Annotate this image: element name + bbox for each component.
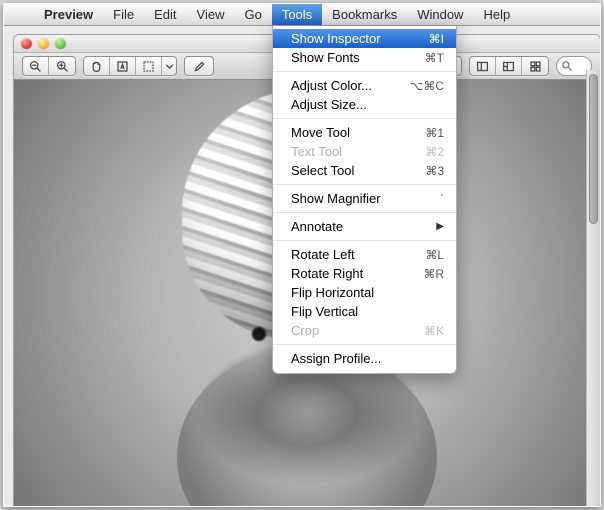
menu-item-select-tool[interactable]: Select Tool⌘3 [273, 161, 456, 180]
chevron-down-icon [163, 60, 176, 73]
text-tool-button[interactable] [110, 57, 136, 75]
menu-item-label: Text Tool [291, 144, 425, 159]
menu-item-shortcut: ⌘T [425, 51, 444, 65]
zoom-out-button[interactable] [23, 57, 49, 75]
hand-icon [90, 60, 103, 73]
menu-item-crop: Crop⌘K [273, 321, 456, 340]
app-menu[interactable]: Preview [34, 4, 103, 25]
menu-item-label: Annotate [291, 219, 430, 234]
menu-item-label: Adjust Color... [291, 78, 410, 93]
menu-item-rotate-right[interactable]: Rotate Right⌘R [273, 264, 456, 283]
menu-separator [273, 344, 456, 345]
menu-item-label: Rotate Right [291, 266, 423, 281]
menu-item-show-magnifier[interactable]: Show Magnifier` [273, 189, 456, 208]
menu-item-label: Select Tool [291, 163, 425, 178]
menu-item-label: Assign Profile... [291, 351, 444, 366]
menu-item-label: Show Inspector [291, 31, 429, 46]
menu-item-shortcut: ⌘K [424, 324, 444, 338]
marquee-icon [142, 60, 155, 73]
view-mode [469, 56, 549, 76]
menu-item-label: Show Magnifier [291, 191, 440, 206]
menu-item-shortcut: ⌘R [423, 267, 444, 281]
menu-item-label: Rotate Left [291, 247, 425, 262]
menu-file[interactable]: File [103, 4, 144, 25]
menu-item-show-inspector[interactable]: Show Inspector⌘I [273, 29, 456, 48]
menu-item-label: Show Fonts [291, 50, 425, 65]
menu-bookmarks[interactable]: Bookmarks [322, 4, 407, 25]
minimize-button[interactable] [38, 38, 49, 49]
menu-item-assign-profile[interactable]: Assign Profile... [273, 349, 456, 368]
edit-toolbar-button[interactable] [184, 56, 214, 76]
system-menubar: Preview File Edit View Go Tools Bookmark… [4, 4, 600, 26]
menu-item-rotate-left[interactable]: Rotate Left⌘L [273, 245, 456, 264]
close-button[interactable] [21, 38, 32, 49]
tool-selector [83, 56, 177, 76]
menu-help[interactable]: Help [473, 4, 520, 25]
sidebar-icon [476, 60, 489, 73]
select-tool-dropdown[interactable] [162, 57, 176, 75]
apple-menu[interactable] [4, 4, 34, 25]
menu-separator [273, 212, 456, 213]
view-sidebar-button[interactable] [470, 57, 496, 75]
thumbnails-icon [502, 60, 515, 73]
menu-separator [273, 118, 456, 119]
menu-separator [273, 240, 456, 241]
menu-item-shortcut: ⌘3 [425, 164, 444, 178]
search-icon [561, 60, 573, 72]
menu-item-adjust-color[interactable]: Adjust Color...⌥⌘C [273, 76, 456, 95]
zoom-out-icon [29, 60, 42, 73]
menu-item-adjust-size[interactable]: Adjust Size... [273, 95, 456, 114]
menu-item-shortcut: ⌘I [429, 32, 444, 46]
text-icon [116, 60, 129, 73]
menu-item-show-fonts[interactable]: Show Fonts⌘T [273, 48, 456, 67]
menu-separator [273, 71, 456, 72]
menu-item-flip-horizontal[interactable]: Flip Horizontal [273, 283, 456, 302]
scrollbar-thumb[interactable] [589, 74, 598, 224]
menu-item-flip-vertical[interactable]: Flip Vertical [273, 302, 456, 321]
menu-item-move-tool[interactable]: Move Tool⌘1 [273, 123, 456, 142]
view-thumbnails-button[interactable] [496, 57, 522, 75]
menu-item-shortcut: ` [440, 192, 444, 206]
menu-go[interactable]: Go [234, 4, 271, 25]
menu-item-annotate[interactable]: Annotate ▶ [273, 217, 456, 236]
zoom-controls [22, 56, 76, 76]
menu-item-shortcut: ⌘1 [425, 126, 444, 140]
tools-menu-dropdown: Show Inspector⌘IShow Fonts⌘TAdjust Color… [272, 26, 457, 374]
menu-item-label: Adjust Size... [291, 97, 444, 112]
move-tool-button[interactable] [84, 57, 110, 75]
menu-item-shortcut: ⌥⌘C [410, 79, 445, 93]
menu-separator [273, 184, 456, 185]
menu-item-shortcut: ⌘2 [425, 145, 444, 159]
submenu-chevron-icon: ▶ [436, 221, 444, 232]
contact-sheet-icon [529, 60, 542, 73]
menu-item-label: Move Tool [291, 125, 425, 140]
menu-view[interactable]: View [187, 4, 235, 25]
menu-window[interactable]: Window [407, 4, 473, 25]
menu-item-label: Crop [291, 323, 424, 338]
zoom-button[interactable] [55, 38, 66, 49]
menu-item-label: Flip Horizontal [291, 285, 444, 300]
zoom-in-button[interactable] [49, 57, 75, 75]
pencil-icon [193, 60, 206, 73]
menu-item-shortcut: ⌘L [425, 248, 444, 262]
menu-edit[interactable]: Edit [144, 4, 186, 25]
select-tool-button[interactable] [136, 57, 162, 75]
menu-item-text-tool: Text Tool⌘2 [273, 142, 456, 161]
zoom-in-icon [56, 60, 69, 73]
menu-item-label: Flip Vertical [291, 304, 444, 319]
vertical-scrollbar[interactable] [586, 70, 600, 506]
menu-tools[interactable]: Tools [272, 4, 322, 25]
view-contact-sheet-button[interactable] [522, 57, 548, 75]
